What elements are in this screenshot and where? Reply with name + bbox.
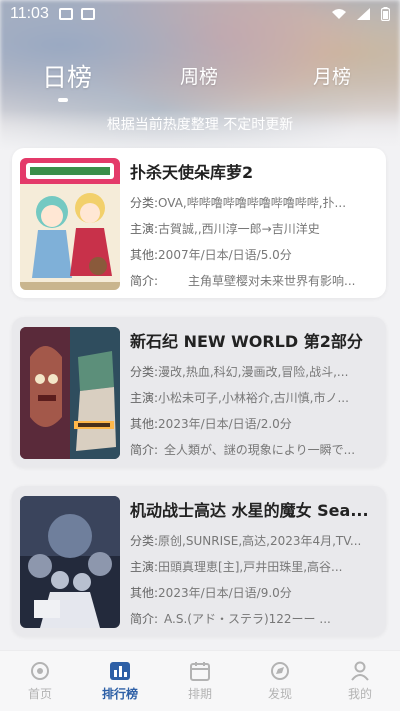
anime-card[interactable]: 新石纪 NEW WORLD 第2部分 分类: 漫改,热血,科幻,漫画改,冒险,战… (12, 317, 386, 467)
other-value: 2007年/日本/日语/5.0分 (158, 248, 292, 262)
genre-row: 分类: 漫改,热血,科幻,漫画改,冒险,战斗,... (130, 363, 380, 380)
nav-ranking[interactable]: 排行榜 (80, 651, 160, 711)
profile-icon (351, 661, 369, 681)
card-title: 扑杀天使朵库萝2 (130, 163, 254, 182)
tab-indicator (58, 98, 68, 102)
signal-icon (357, 8, 370, 20)
intro-value: A.S.(アド・ステラ)122ーー ... (164, 612, 331, 626)
intro-label: 简介: (130, 612, 159, 626)
genre-label: 分类: (130, 534, 159, 548)
discover-icon (271, 662, 289, 680)
cast-value: 小松未可子,小林裕介,古川慎,市ノ... (158, 391, 349, 405)
anime-card[interactable]: 机动战士高达 水星的魔女 Sea... 分类: 原创,SUNRISE,高达,20… (12, 486, 386, 636)
app-notification-icon (80, 8, 95, 20)
genre-label: 分类: (130, 365, 159, 379)
anime-card[interactable]: 扑杀天使朵库萝2 分类: OVA,哔哔噜哔噜哔噜哔噜哔哔,扑... 主演: 古賀… (12, 148, 386, 298)
poster-image (20, 496, 120, 628)
intro-value: 全人類が、謎の現象により一瞬で... (164, 443, 356, 457)
nav-ranking-label: 排行榜 (101, 687, 138, 701)
nav-profile[interactable]: 我的 (320, 651, 400, 711)
card-title: 机动战士高达 水星的魔女 Sea... (130, 501, 369, 520)
cast-label: 主演: (130, 560, 159, 574)
genre-value: OVA,哔哔噜哔噜哔噜哔噜哔哔,扑... (158, 196, 347, 210)
wifi-icon (332, 9, 346, 19)
nav-discover-label: 发现 (267, 687, 292, 701)
nav-profile-label: 我的 (347, 687, 372, 701)
nav-discover[interactable]: 发现 (240, 651, 320, 711)
poster-image (20, 327, 120, 459)
tab-monthly[interactable]: 月榜 (313, 62, 351, 89)
genre-value: 原创,SUNRISE,高达,2023年4月,TV... (158, 534, 362, 548)
cast-label: 主演: (130, 391, 159, 405)
cast-row: 主演: 古賀誠,,西川淳一郎→吉川洋史 (130, 220, 380, 237)
cast-value: 田頭真理恵[主],戸井田珠里,高谷... (158, 560, 343, 574)
other-value: 2023年/日本/日语/2.0分 (158, 417, 292, 431)
tab-weekly[interactable]: 周榜 (180, 62, 218, 89)
status-right (331, 7, 390, 21)
other-value: 2023年/日本/日语/9.0分 (158, 586, 292, 600)
tab-daily[interactable]: 日榜 (42, 58, 92, 94)
cast-value: 古賀誠,,西川淳一郎→吉川洋史 (158, 222, 320, 236)
intro-label: 简介: (130, 443, 159, 457)
genre-value: 漫改,热血,科幻,漫画改,冒险,战斗,... (158, 365, 349, 379)
nav-schedule[interactable]: 排期 (160, 651, 240, 711)
cast-label: 主演: (130, 222, 159, 236)
ranking-icon (110, 662, 130, 680)
intro-row: 简介: 全人類が、謎の現象により一瞬で... (130, 441, 380, 458)
other-row: 其他: 2007年/日本/日语/5.0分 (130, 246, 380, 263)
rank-tabs: 日榜 周榜 月榜 (0, 62, 400, 106)
status-time: 11:03 (10, 5, 49, 22)
intro-value: 主角草壁樱对未来世界有影响... (188, 274, 356, 288)
status-bar: 11:03 (0, 0, 400, 28)
nav-home[interactable]: 首页 (0, 651, 80, 711)
intro-row: 简介: 主角草壁樱对未来世界有影响... (130, 272, 380, 289)
nav-home-label: 首页 (27, 687, 52, 701)
other-row: 其他: 2023年/日本/日语/9.0分 (130, 584, 380, 601)
genre-row: 分类: OVA,哔哔噜哔噜哔噜哔噜哔哔,扑... (130, 194, 380, 211)
gallery-icon (58, 8, 73, 20)
bottom-nav: 首页 排行榜 排期 发现 我的 (0, 650, 400, 711)
intro-label: 简介: (130, 274, 159, 288)
other-row: 其他: 2023年/日本/日语/2.0分 (130, 415, 380, 432)
other-label: 其他: (130, 248, 159, 262)
battery-icon (381, 7, 390, 21)
home-icon (31, 662, 49, 680)
calendar-icon (190, 662, 210, 681)
other-label: 其他: (130, 586, 159, 600)
nav-schedule-label: 排期 (187, 687, 212, 701)
cast-row: 主演: 小松未可子,小林裕介,古川慎,市ノ... (130, 389, 380, 406)
genre-label: 分类: (130, 196, 159, 210)
poster-image (20, 158, 120, 290)
other-label: 其他: (130, 417, 159, 431)
intro-row: 简介: A.S.(アド・ステラ)122ーー ... (130, 610, 380, 627)
card-title: 新石纪 NEW WORLD 第2部分 (130, 332, 363, 351)
cast-row: 主演: 田頭真理恵[主],戸井田珠里,高谷... (130, 558, 380, 575)
ranking-subtitle: 根据当前热度整理 不定时更新 (106, 117, 294, 133)
genre-row: 分类: 原创,SUNRISE,高达,2023年4月,TV... (130, 532, 380, 549)
